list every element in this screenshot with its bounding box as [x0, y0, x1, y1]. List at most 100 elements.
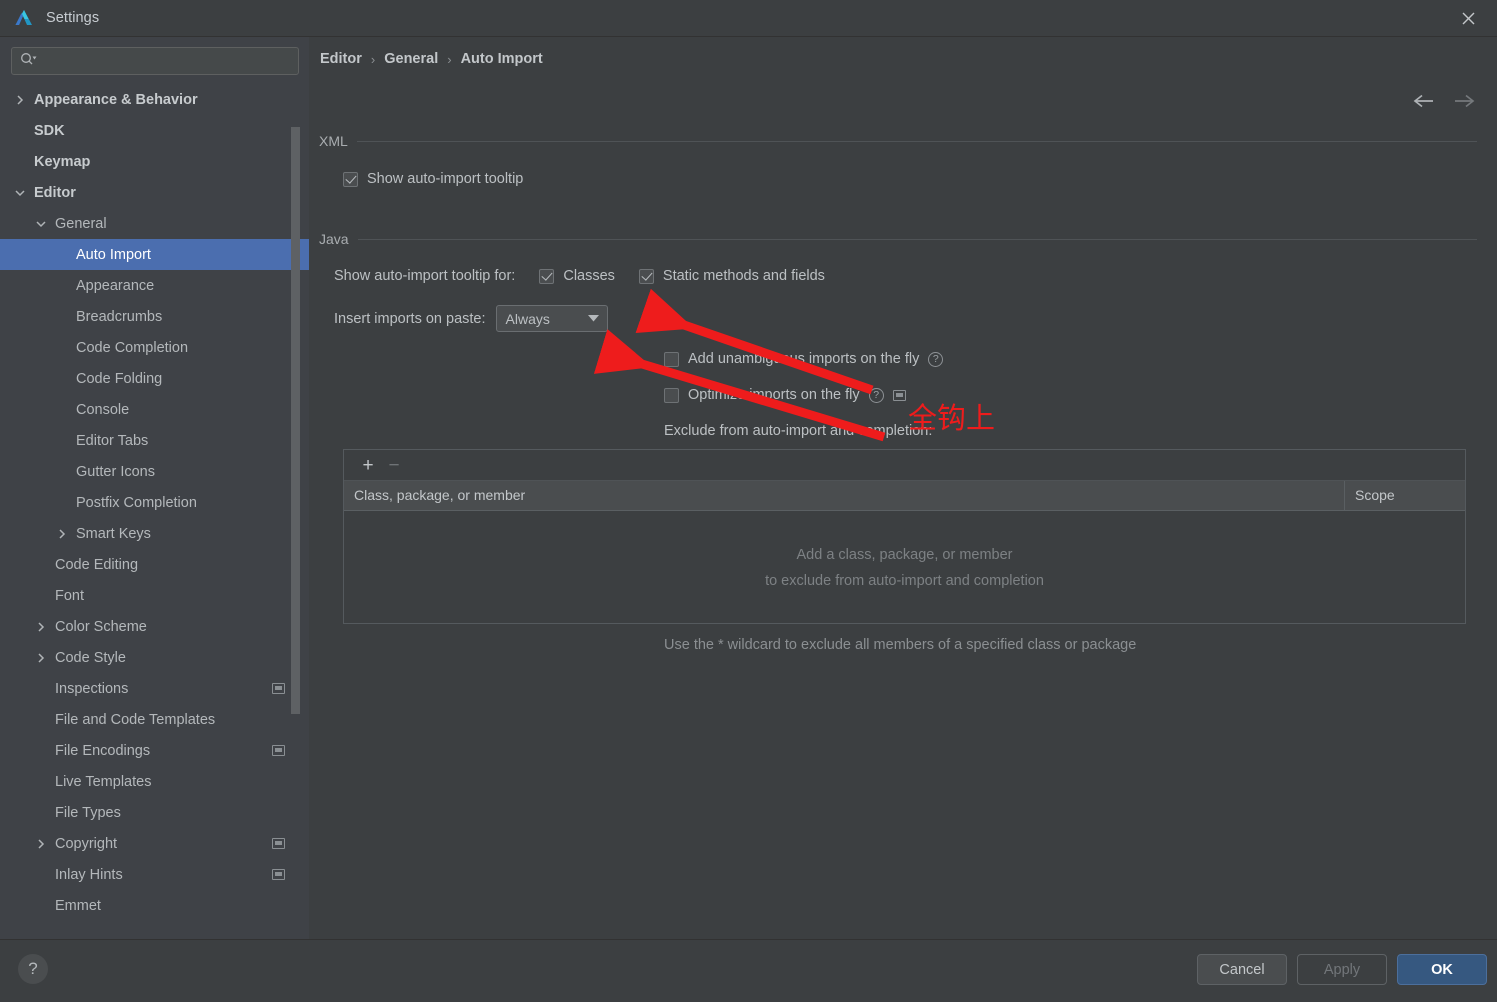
apply-button[interactable]: Apply	[1297, 954, 1387, 985]
group-divider	[356, 140, 1477, 142]
close-icon[interactable]	[1439, 0, 1497, 36]
exclude-table-empty-state: Add a class, package, or member to exclu…	[344, 511, 1465, 624]
label-exclude-from-auto-import: Exclude from auto-import and completion:	[664, 423, 932, 439]
remove-exclusion-button[interactable]: −	[381, 454, 407, 476]
dialog-footer: ? Cancel Apply OK	[0, 939, 1497, 1002]
arrow-left-icon[interactable]	[1409, 87, 1439, 115]
chevron-right-icon[interactable]	[35, 838, 47, 850]
sidebar-item-breadcrumbs[interactable]: Breadcrumbs	[0, 301, 309, 332]
sidebar-item-label: SDK	[34, 122, 65, 139]
column-header-scope[interactable]: Scope	[1345, 481, 1465, 510]
sidebar-item-inlay-hints[interactable]: Inlay Hints	[0, 859, 309, 890]
sidebar-item-copyright[interactable]: Copyright	[0, 828, 309, 859]
sidebar-item-label: Keymap	[34, 153, 91, 170]
settings-sidebar: Appearance & Behavior SDK Keymap Editor Gene…	[0, 37, 309, 940]
label-show-auto-import-tooltip-for: Show auto-import tooltip for:	[334, 268, 516, 284]
checkbox-classes[interactable]	[539, 268, 555, 284]
sidebar-item-appearance[interactable]: Appearance	[0, 270, 309, 301]
help-circle-icon[interactable]: ?	[928, 351, 944, 367]
sidebar-item-label: Copyright	[55, 835, 118, 852]
annotation-note: 全钩上	[908, 401, 996, 435]
select-insert-imports-on-paste[interactable]: Always	[495, 305, 608, 332]
sidebar-item-label: Live Templates	[55, 773, 152, 790]
sidebar-item-color-scheme[interactable]: Color Scheme	[0, 611, 309, 642]
row-show-auto-import-tooltip: Show auto-import tooltip	[343, 171, 523, 187]
ok-button[interactable]: OK	[1397, 954, 1487, 985]
sidebar-item-code-folding[interactable]: Code Folding	[0, 363, 309, 394]
sidebar-item-label: Auto Import	[76, 246, 151, 263]
sidebar-item-auto-import[interactable]: Auto Import	[0, 239, 309, 270]
sidebar-item-appearance-behavior[interactable]: Appearance & Behavior	[0, 84, 309, 115]
sidebar-item-file-encodings[interactable]: File Encodings	[0, 735, 309, 766]
sidebar-item-file-types[interactable]: File Types	[0, 797, 309, 828]
sidebar-item-label: Code Folding	[76, 370, 163, 387]
breadcrumb-item-editor[interactable]: Editor	[320, 51, 362, 67]
chevron-down-icon[interactable]	[14, 187, 26, 199]
sidebar-item-label: Appearance & Behavior	[34, 91, 198, 108]
label-static-methods-and-fields: Static methods and fields	[662, 268, 825, 284]
exclude-table-header: Class, package, or member Scope	[344, 481, 1465, 511]
sidebar-item-sdk[interactable]: SDK	[0, 115, 309, 146]
row-insert-imports-on-paste: Insert imports on paste: Always	[334, 305, 608, 332]
search-box[interactable]	[11, 47, 299, 75]
checkbox-add-unambiguous-imports-on-the-fly[interactable]	[664, 351, 679, 367]
sidebar-item-label: Postfix Completion	[76, 494, 197, 511]
sidebar-item-label: Code Completion	[76, 339, 189, 356]
sidebar-item-gutter-icons[interactable]: Gutter Icons	[0, 456, 309, 487]
chevron-right-icon[interactable]	[35, 621, 47, 633]
sidebar-item-smart-keys[interactable]: Smart Keys	[0, 518, 309, 549]
label-add-unambiguous-imports-on-the-fly: Add unambiguous imports on the fly	[688, 351, 920, 367]
sidebar-item-label: Breadcrumbs	[76, 308, 163, 325]
sidebar-item-live-templates[interactable]: Live Templates	[0, 766, 309, 797]
column-header-class-package-or-member[interactable]: Class, package, or member	[344, 481, 1345, 510]
help-circle-icon[interactable]: ?	[868, 387, 884, 403]
sidebar-item-console[interactable]: Console	[0, 394, 309, 425]
sidebar-item-general[interactable]: General	[0, 208, 309, 239]
sidebar-item-label: Color Scheme	[55, 618, 147, 635]
sidebar-scrollbar[interactable]	[291, 127, 300, 714]
sidebar-item-code-completion[interactable]: Code Completion	[0, 332, 309, 363]
chevron-right-icon[interactable]	[35, 652, 47, 664]
help-button[interactable]: ?	[18, 954, 48, 984]
chevron-right-icon[interactable]	[14, 94, 26, 106]
cancel-button[interactable]: Cancel	[1197, 954, 1287, 985]
breadcrumb-item-general[interactable]: General	[384, 51, 438, 67]
search-input[interactable]	[37, 52, 298, 70]
sidebar-item-editor[interactable]: Editor	[0, 177, 309, 208]
sidebar-item-label: Emmet	[55, 897, 101, 914]
sidebar-item-inspections[interactable]: Inspections	[0, 673, 309, 704]
sidebar-item-label: Smart Keys	[76, 525, 151, 542]
sidebar-item-code-style[interactable]: Code Style	[0, 642, 309, 673]
title-bar: Settings	[0, 0, 1497, 37]
group-divider	[357, 238, 1477, 240]
row-optimize-imports: Optimize imports on the fly ?	[664, 387, 906, 403]
add-exclusion-button[interactable]: +	[355, 454, 381, 476]
checkbox-static-methods-and-fields[interactable]	[638, 268, 654, 284]
sidebar-item-keymap[interactable]: Keymap	[0, 146, 309, 177]
sidebar-item-label: Code Editing	[55, 556, 139, 573]
sidebar-item-label: Editor	[34, 184, 76, 201]
group-header-java: Java	[319, 231, 1477, 247]
project-scope-icon	[272, 683, 285, 694]
label-insert-imports-on-paste: Insert imports on paste:	[334, 310, 486, 327]
sidebar-item-font[interactable]: Font	[0, 580, 309, 611]
sidebar-item-code-editing[interactable]: Code Editing	[0, 549, 309, 580]
select-insert-imports-on-paste-value: Always	[505, 310, 550, 327]
sidebar-item-file-and-code-templates[interactable]: File and Code Templates	[0, 704, 309, 735]
checkbox-optimize-imports-on-the-fly[interactable]	[664, 387, 679, 403]
sidebar-item-postfix-completion[interactable]: Postfix Completion	[0, 487, 309, 518]
breadcrumb-item-auto-import: Auto Import	[460, 51, 543, 67]
empty-state-line-2: to exclude from auto-import and completi…	[765, 572, 1044, 589]
chevron-down-icon[interactable]	[35, 218, 47, 230]
project-scope-icon[interactable]	[892, 389, 906, 401]
label-optimize-imports-on-the-fly: Optimize imports on the fly	[688, 387, 860, 403]
project-scope-icon	[272, 838, 285, 849]
sidebar-item-label: File and Code Templates	[55, 711, 216, 728]
checkbox-show-auto-import-tooltip[interactable]	[343, 171, 358, 187]
wildcard-hint: Use the * wildcard to exclude all member…	[664, 637, 1137, 653]
sidebar-item-editor-tabs[interactable]: Editor Tabs	[0, 425, 309, 456]
exclude-label-text: Exclude from auto-import and completion:	[664, 423, 933, 439]
chevron-right-icon[interactable]	[56, 528, 68, 540]
arrow-right-icon[interactable]	[1449, 87, 1479, 115]
sidebar-item-emmet[interactable]: Emmet	[0, 890, 309, 921]
